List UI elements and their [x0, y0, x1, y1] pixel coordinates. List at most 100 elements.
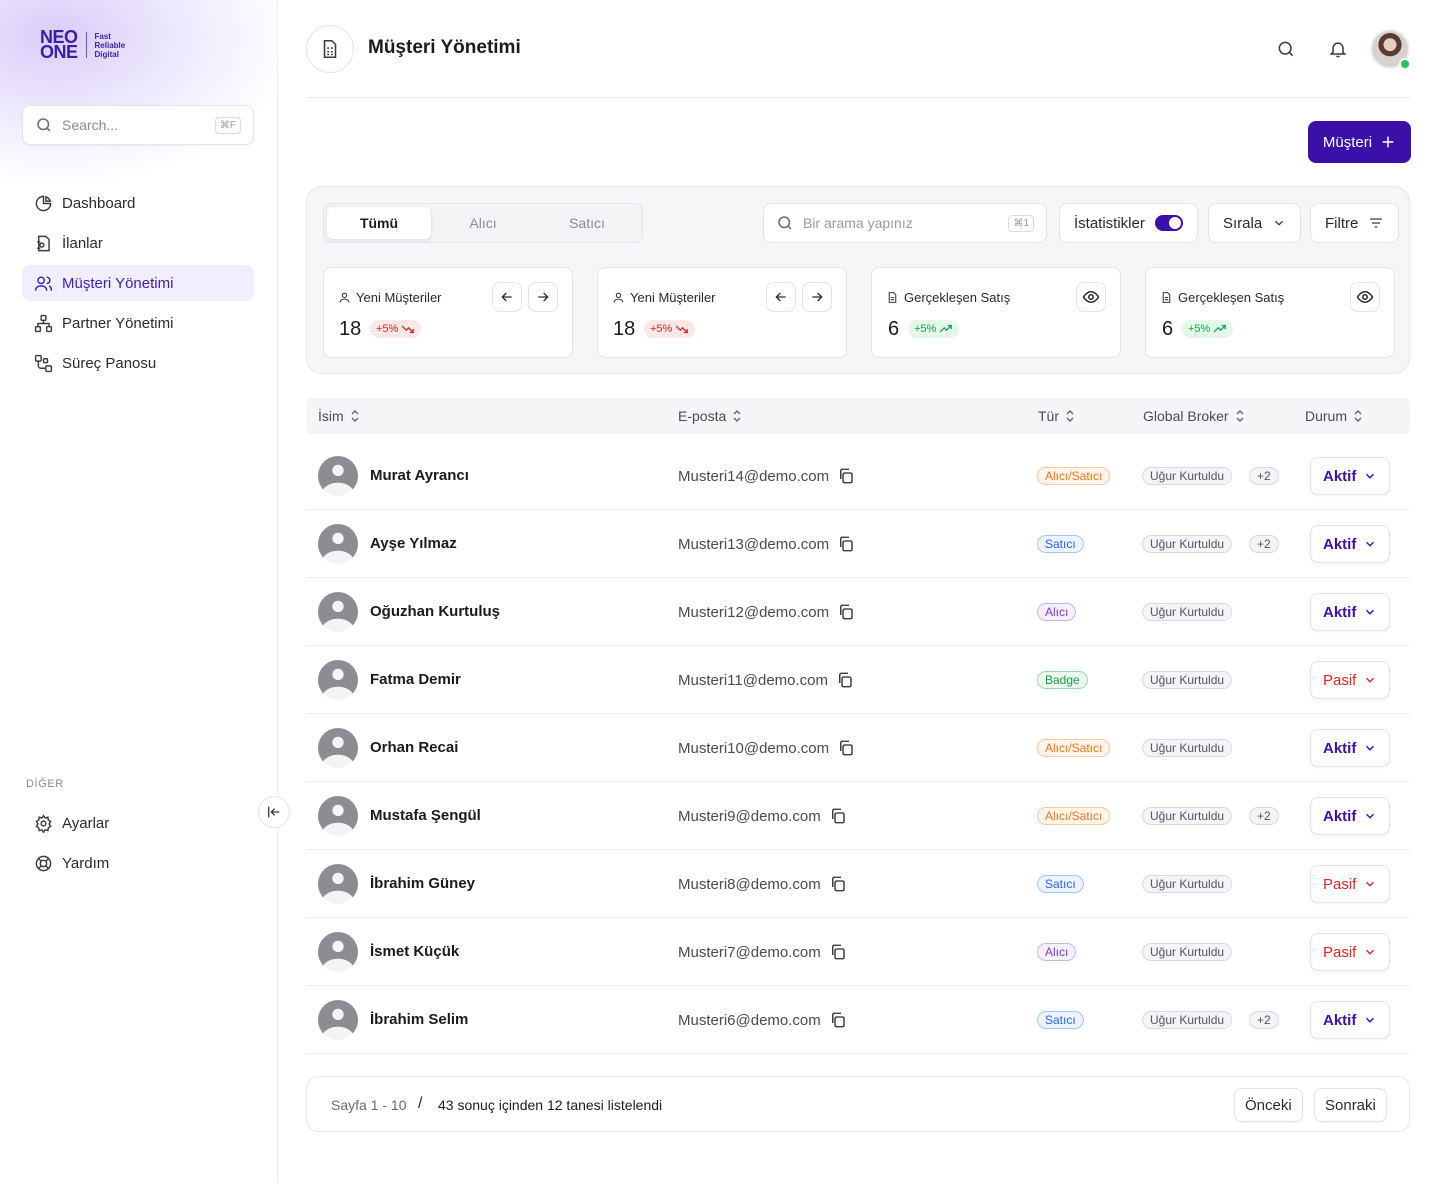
table-row[interactable]: Orhan Recai Musteri10@demo.com Alıcı/Satıc… — [306, 714, 1410, 782]
customer-email: Musteri14@demo.com — [678, 467, 855, 485]
column-header-eposta[interactable]: E-posta — [678, 408, 742, 424]
logo-tagline: Digital — [94, 49, 119, 59]
copy-icon[interactable] — [836, 671, 854, 689]
prev-arrow-button[interactable] — [766, 282, 796, 312]
tab-alici[interactable]: Alıcı — [431, 207, 535, 239]
header-search-button[interactable] — [1273, 36, 1299, 62]
more-brokers-badge[interactable]: +2 — [1249, 807, 1279, 825]
table-row[interactable]: Fatma Demir Musteri11@demo.com Badge Uğur K… — [306, 646, 1410, 714]
copy-icon[interactable] — [829, 875, 847, 893]
column-header-global-broker[interactable]: Global Broker — [1143, 408, 1245, 424]
customer-search-input[interactable]: Bir arama yapınız ⌘1 — [763, 203, 1047, 243]
status-dropdown[interactable]: Aktif — [1310, 525, 1390, 563]
customer-name: İbrahim Selim — [370, 1011, 469, 1028]
column-label: Global Broker — [1143, 408, 1229, 424]
sidebar-item-musteri-yonetimi[interactable]: Müşteri Yönetimi — [22, 265, 254, 301]
table-row[interactable]: İbrahim Selim Musteri6@demo.com Satıcı Uğur… — [306, 986, 1410, 1054]
eye-icon — [1356, 288, 1374, 306]
trend-badge: +5% — [908, 320, 960, 338]
tab-satici[interactable]: Satıcı — [535, 207, 639, 239]
sidebar-item-ilanlar[interactable]: İlanlar — [22, 225, 254, 261]
trend-up-icon — [939, 324, 953, 334]
copy-icon[interactable] — [837, 467, 855, 485]
toggle-switch[interactable] — [1154, 215, 1183, 231]
more-brokers-badge[interactable]: +2 — [1249, 535, 1279, 553]
chevron-down-icon — [1272, 216, 1286, 230]
add-customer-button[interactable]: Müşteri — [1308, 121, 1411, 163]
column-header-tur[interactable]: Tür — [1038, 408, 1075, 424]
view-details-button[interactable] — [1076, 282, 1106, 312]
chevron-down-icon — [1363, 673, 1377, 687]
sort-icon — [1235, 409, 1245, 423]
more-brokers-badge[interactable]: +2 — [1249, 1011, 1279, 1029]
sidebar-item-surec-panosu[interactable]: Süreç Panosu — [22, 345, 254, 381]
copy-icon[interactable] — [837, 739, 855, 757]
view-details-button[interactable] — [1350, 282, 1380, 312]
collapse-left-icon — [266, 804, 282, 820]
notifications-button[interactable] — [1325, 36, 1351, 62]
brand-logo[interactable]: NEO ONE Fast Reliable Digital — [40, 28, 125, 61]
table-row[interactable]: Murat Ayrancı Musteri14@demo.com Alıcı/Sat… — [306, 442, 1410, 510]
filter-button[interactable]: Filtre — [1310, 203, 1400, 243]
stat-card: Gerçekleşen Satış 6 +5% — [871, 267, 1121, 358]
status-dropdown[interactable]: Aktif — [1310, 457, 1390, 495]
stat-card: Yeni Müşteriler 18 +5% — [597, 267, 847, 358]
stats-toggle[interactable]: İstatistikler — [1059, 203, 1198, 243]
stat-card-title: Gerçekleşen Satış — [1178, 290, 1285, 305]
table-row[interactable]: Oğuzhan Kurtuluş Musteri12@demo.com Alıcı U… — [306, 578, 1410, 646]
prev-arrow-button[interactable] — [492, 282, 522, 312]
status-dropdown[interactable]: Aktif — [1310, 1001, 1390, 1039]
copy-icon[interactable] — [837, 603, 855, 621]
status-label: Pasif — [1323, 875, 1357, 893]
sidebar-item-label: Partner Yönetimi — [62, 314, 174, 332]
more-brokers-badge[interactable]: +2 — [1249, 467, 1279, 485]
copy-icon[interactable] — [837, 535, 855, 553]
customer-email: Musteri7@demo.com — [678, 943, 847, 961]
copy-icon[interactable] — [829, 943, 847, 961]
file-icon — [34, 234, 62, 253]
sidebar-item-dashboard[interactable]: Dashboard — [22, 185, 254, 221]
next-arrow-button[interactable] — [802, 282, 832, 312]
table-row[interactable]: İsmet Küçük Musteri7@demo.com Alıcı Uğur Ku… — [306, 918, 1410, 986]
status-dropdown[interactable]: Pasif — [1310, 661, 1390, 699]
sidebar-item-ayarlar[interactable]: Ayarlar — [22, 805, 254, 841]
avatar — [318, 932, 358, 972]
sidebar-search-input[interactable]: Search... ⌘F — [22, 105, 254, 145]
sidebar-item-partner-yonetimi[interactable]: Partner Yönetimi — [22, 305, 254, 341]
previous-page-button[interactable]: Önceki — [1234, 1088, 1303, 1122]
tab-tumu[interactable]: Tümü — [327, 207, 431, 239]
sidebar-item-label: Müşteri Yönetimi — [62, 274, 174, 292]
broker-badge: Uğur Kurtuldu — [1142, 875, 1233, 893]
collapse-sidebar-button[interactable] — [258, 796, 290, 828]
chevron-down-icon — [1363, 1013, 1377, 1027]
status-dropdown[interactable]: Pasif — [1310, 933, 1390, 971]
status-dropdown[interactable]: Pasif — [1310, 865, 1390, 903]
table-row[interactable]: Mustafa Şengül Musteri9@demo.com Alıcı/Sat… — [306, 782, 1410, 850]
column-header-isim[interactable]: İsim — [318, 408, 360, 424]
chevron-down-icon — [1363, 741, 1377, 755]
next-arrow-button[interactable] — [528, 282, 558, 312]
sidebar-item-yardim[interactable]: Yardım — [22, 845, 254, 881]
stat-card-title: Yeni Müşteriler — [356, 290, 442, 305]
chevron-down-icon — [1363, 945, 1377, 959]
stat-card-value: 18 — [339, 318, 362, 340]
status-dropdown[interactable]: Aktif — [1310, 797, 1390, 835]
next-page-button[interactable]: Sonraki — [1314, 1088, 1387, 1122]
avatar — [318, 456, 358, 496]
type-badge: Alıcı/Satıcı — [1037, 467, 1111, 485]
stat-card: Yeni Müşteriler 18 +5% — [323, 267, 573, 358]
status-dropdown[interactable]: Aktif — [1310, 593, 1390, 631]
status-dropdown[interactable]: Aktif — [1310, 729, 1390, 767]
avatar — [318, 660, 358, 700]
copy-icon[interactable] — [829, 807, 847, 825]
table-row[interactable]: İbrahim Güney Musteri8@demo.com Satıcı Uğur… — [306, 850, 1410, 918]
customer-email: Musteri6@demo.com — [678, 1011, 847, 1029]
stat-card-value: 6 — [888, 318, 900, 340]
sidebar-item-label: Dashboard — [62, 194, 136, 212]
email-text: Musteri8@demo.com — [678, 875, 821, 893]
table-row[interactable]: Ayşe Yılmaz Musteri13@demo.com Satıcı Uğur … — [306, 510, 1410, 578]
column-header-durum[interactable]: Durum — [1305, 408, 1363, 424]
sort-dropdown[interactable]: Sırala — [1208, 203, 1302, 243]
copy-icon[interactable] — [829, 1011, 847, 1029]
network-icon — [34, 314, 62, 333]
